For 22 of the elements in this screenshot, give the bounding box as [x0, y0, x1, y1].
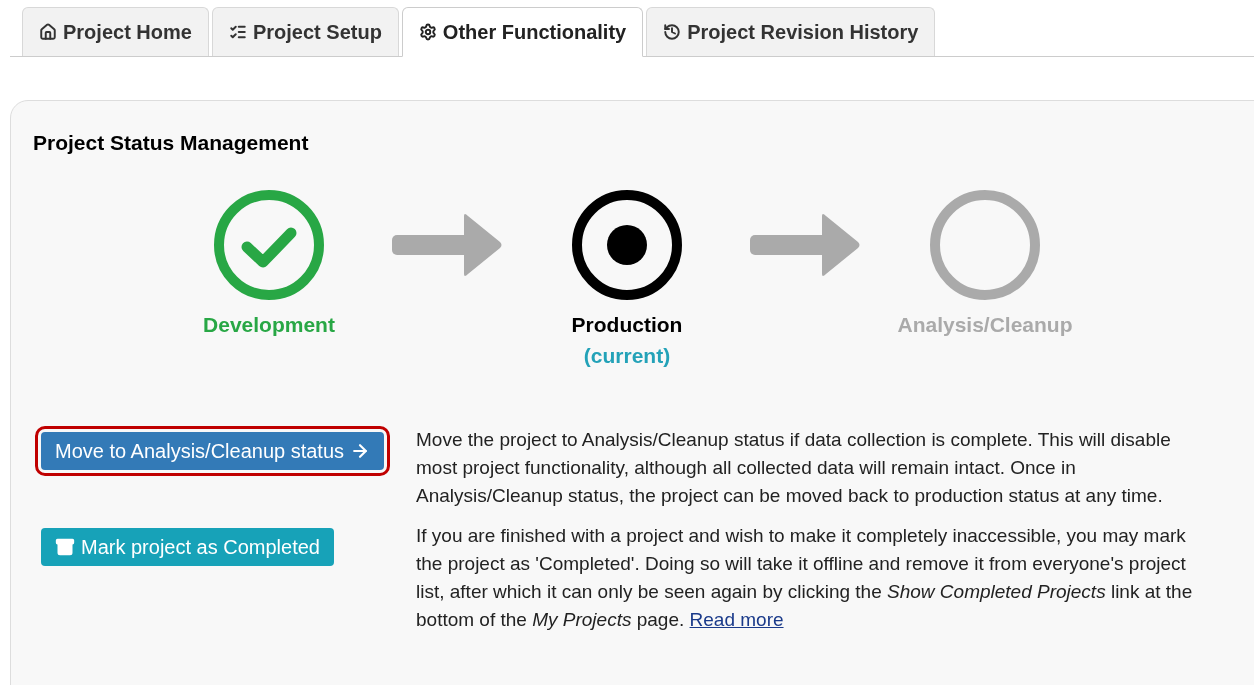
- tab[interactable]: Project Revision History: [646, 7, 936, 56]
- description: If you are finished with a project and wish to make it completely inaccessible, you may mark the project as 'Completed'. Doing so will take it offline and remove it from everyone's project list, after which it can only be seen again by clicking the Show Completed Projects link at the bottom of the My Projects page. Read more: [416, 523, 1194, 632]
- stage-label: Analysis/Cleanup: [897, 311, 1073, 338]
- settings-icon: [418, 23, 437, 41]
- stage-label: Production: [571, 311, 683, 338]
- empty-circle-icon: [929, 188, 1041, 301]
- tab[interactable]: Other Functionality: [401, 7, 644, 57]
- arrow-right-icon: [392, 213, 504, 276]
- description: Move the project to Analysis/Cleanup status if data collection is complete. This will disable most project functionality, although all collected data will remain intact. Once in Analysis/Cleanup status, the project can be moved back to production status at any time.: [416, 427, 1172, 508]
- panel-title: Project Status Management: [33, 130, 310, 156]
- radio-circle-icon: [571, 188, 683, 301]
- checklist-icon: [228, 23, 247, 41]
- stage-note: (current): [583, 343, 671, 369]
- archive-icon: [55, 536, 75, 557]
- arrow-right-icon: [750, 213, 862, 276]
- read-more-link[interactable]: Read more: [689, 608, 784, 630]
- tab[interactable]: Project Home: [22, 7, 209, 56]
- history-icon: [663, 23, 682, 41]
- tab[interactable]: Project Setup: [211, 7, 399, 56]
- stage-label: Development: [203, 311, 335, 338]
- home-icon: [39, 23, 57, 41]
- check-circle-icon: [213, 188, 325, 301]
